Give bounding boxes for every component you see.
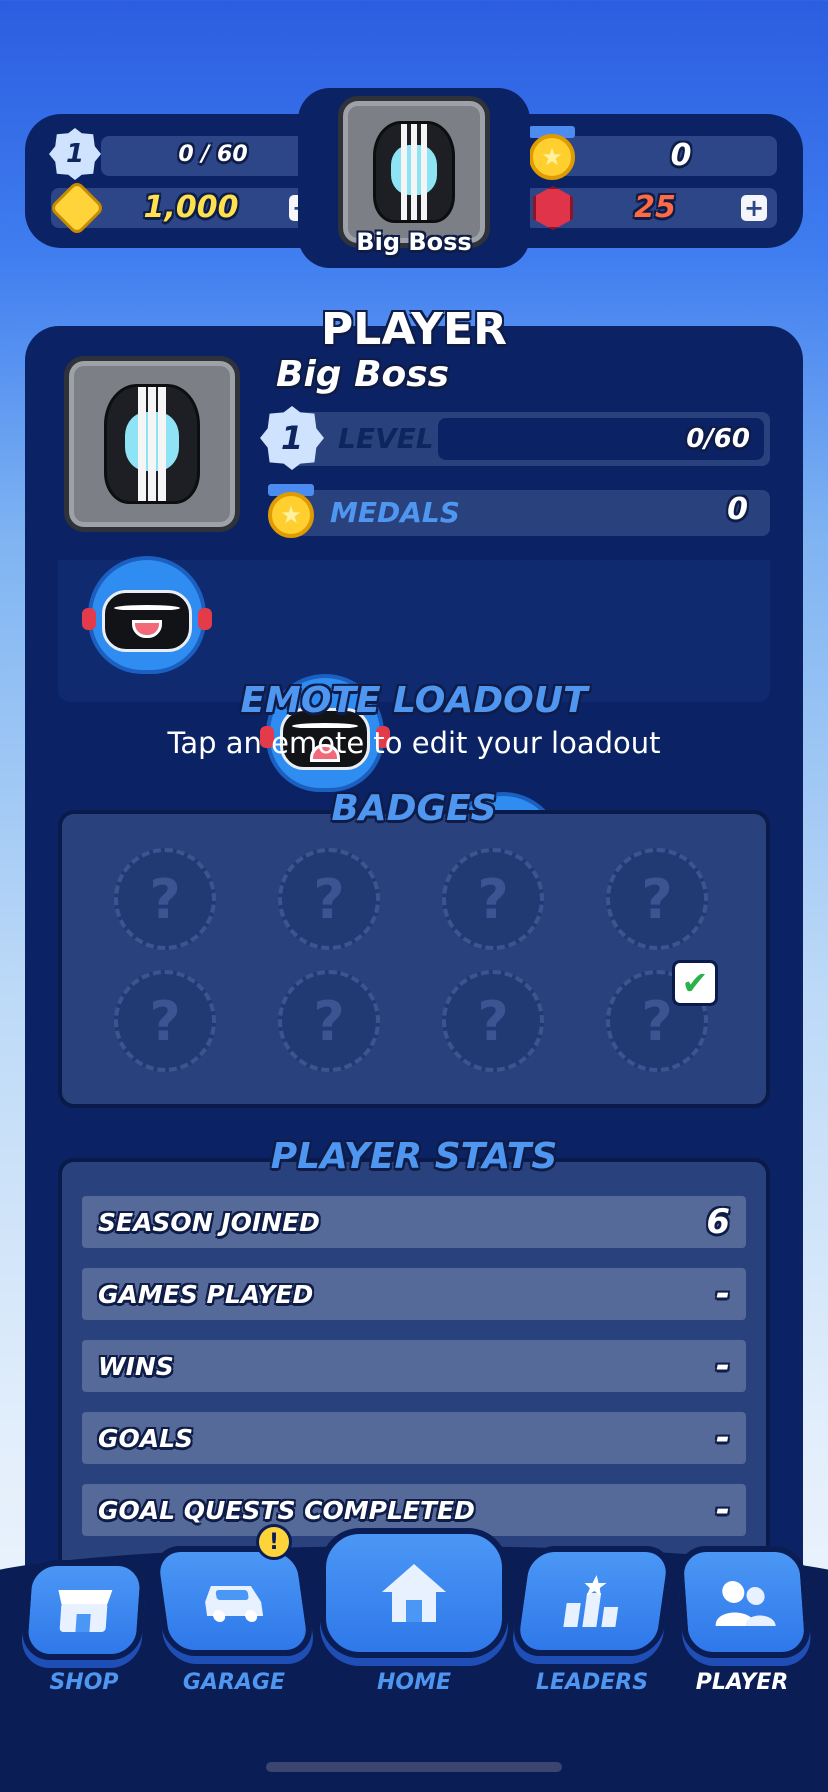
emote-loadout-subtitle: Tap an emote to edit your loadout: [167, 726, 661, 760]
level-progress-bar: 0/60: [438, 418, 764, 460]
avatar-name: Big Boss: [356, 228, 472, 256]
badge-slot[interactable]: ?: [606, 848, 708, 950]
nav-player-button[interactable]: [676, 1546, 812, 1658]
medal-icon: ★: [268, 492, 314, 538]
gems-value: 25: [634, 190, 676, 225]
stat-value: -: [715, 1346, 730, 1386]
stat-row-goals: GOALS -: [82, 1412, 746, 1464]
badges-section: ? ? ? ? ? ? ? ? ✔: [58, 810, 770, 1108]
level-badge-icon: 1: [260, 406, 324, 470]
add-gems-button[interactable]: +: [741, 195, 767, 221]
stat-label: WINS: [98, 1351, 174, 1381]
medals-top-value: 0: [670, 138, 692, 173]
level-progress-text: 0/60: [686, 424, 750, 454]
badge-slot[interactable]: ?: [278, 970, 380, 1072]
nav-garage-button[interactable]: [150, 1546, 316, 1656]
badge-slot[interactable]: ?: [114, 848, 216, 950]
profile-avatar-button[interactable]: Big Boss: [298, 88, 530, 268]
medals-value: 0: [727, 492, 748, 527]
checkmark-icon[interactable]: ✔: [672, 960, 718, 1006]
badge-slot[interactable]: ?: [114, 970, 216, 1072]
badge-slot[interactable]: ?: [442, 848, 544, 950]
stat-row-season-joined: SEASON JOINED 6: [82, 1196, 746, 1248]
xp-bar: 0 / 60: [101, 136, 325, 176]
level-row: LEVEL 0/60: [286, 412, 770, 466]
home-indicator: [266, 1762, 562, 1772]
emote-loadout-title: EMOTE LOADOUT: [240, 680, 588, 721]
badges-title: BADGES: [331, 788, 497, 829]
nav-garage-label[interactable]: GARAGE: [154, 1670, 314, 1695]
avatar-frame: [338, 96, 490, 248]
medals-label: MEDALS: [330, 496, 460, 529]
nav-player-label[interactable]: PLAYER: [662, 1670, 822, 1695]
medal-icon: ★: [529, 134, 575, 180]
medals-bar: 0: [545, 136, 777, 176]
car-icon: [103, 384, 201, 504]
level-badge-icon: 1: [49, 128, 101, 180]
badge-slot[interactable]: ?: [442, 970, 544, 1072]
stat-row-games-played: GAMES PLAYED -: [82, 1268, 746, 1320]
nav-shop-button[interactable]: [20, 1560, 148, 1660]
stat-value: -: [715, 1274, 730, 1314]
stat-value: -: [715, 1418, 730, 1458]
nav-leaders-button[interactable]: [510, 1546, 676, 1656]
stat-label: GOAL QUESTS COMPLETED: [98, 1495, 475, 1525]
nav-home-button[interactable]: [320, 1528, 508, 1658]
stat-label: SEASON JOINED: [98, 1207, 320, 1237]
stat-label: GOALS: [98, 1423, 194, 1453]
stat-row-wins: WINS -: [82, 1340, 746, 1392]
players-icon: [715, 1581, 776, 1626]
player-name: Big Boss: [276, 354, 450, 395]
car-icon: [372, 120, 456, 224]
player-stats-title: PLAYER STATS: [270, 1136, 558, 1177]
shop-icon: [58, 1590, 113, 1632]
coins-value: 1,000: [143, 190, 239, 225]
nav-leaders-label[interactable]: LEADERS: [512, 1670, 672, 1695]
nav-home-label[interactable]: HOME: [334, 1670, 494, 1695]
stat-label: GAMES PLAYED: [98, 1279, 314, 1309]
stat-value: -: [715, 1490, 730, 1530]
player-car-avatar[interactable]: [64, 356, 240, 532]
page-title: PLAYER: [321, 304, 507, 355]
garage-alert-badge: !: [256, 1524, 292, 1560]
medals-row: MEDALS 0: [286, 490, 770, 536]
car-icon: [205, 1586, 264, 1622]
badge-slot[interactable]: ?: [278, 848, 380, 950]
stat-value: 6: [706, 1202, 730, 1242]
grin-emote[interactable]: [82, 556, 212, 674]
level-label: LEVEL: [338, 422, 434, 455]
nav-shop-label[interactable]: SHOP: [4, 1670, 164, 1695]
home-icon: [382, 1564, 446, 1622]
xp-text: 0 / 60: [178, 142, 248, 167]
leaderboard-icon: [563, 1575, 619, 1627]
